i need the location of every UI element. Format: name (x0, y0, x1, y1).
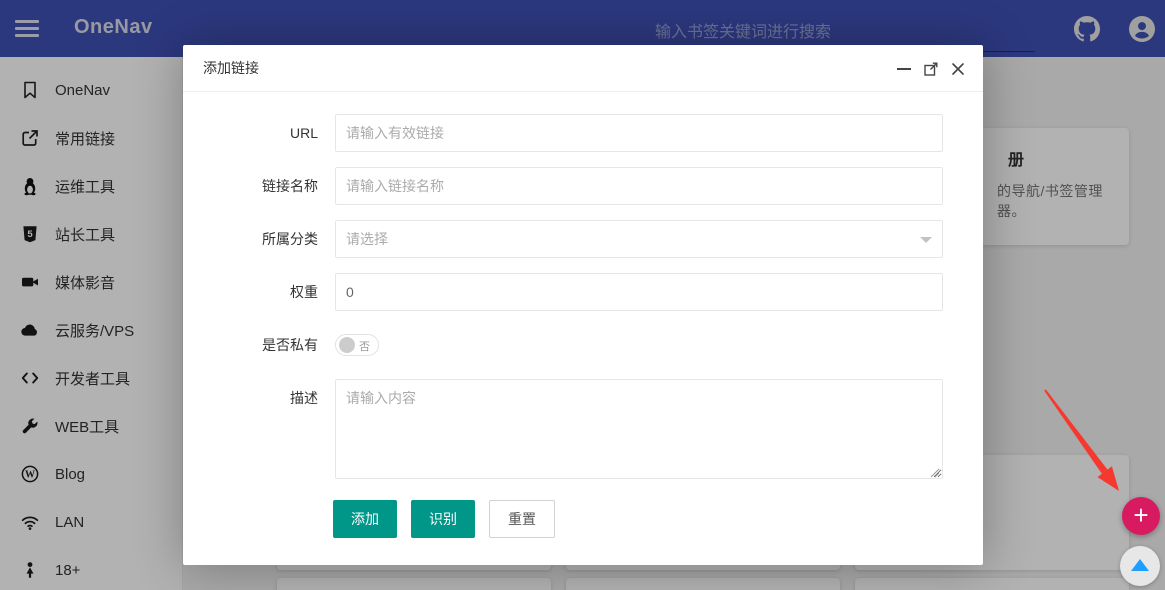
description-textarea[interactable] (335, 379, 943, 479)
weight-label: 权重 (183, 273, 318, 311)
close-icon[interactable] (950, 61, 966, 77)
category-label: 所属分类 (183, 220, 318, 258)
back-to-top-button[interactable] (1120, 546, 1160, 586)
triangle-up-icon (1131, 559, 1149, 571)
dialog-header: 添加链接 (183, 45, 983, 92)
private-toggle[interactable]: 否 (335, 334, 379, 356)
reset-button[interactable]: 重置 (489, 500, 555, 538)
link-name-label: 链接名称 (183, 167, 318, 205)
dialog-title: 添加链接 (203, 45, 259, 92)
toggle-state-label: 否 (359, 338, 370, 354)
link-name-input[interactable] (335, 167, 943, 205)
description-label: 描述 (183, 379, 318, 417)
dialog-form: URL 链接名称 所属分类 权重 是否私有 (183, 92, 983, 538)
url-input[interactable] (335, 114, 943, 152)
weight-input[interactable] (335, 273, 943, 311)
url-label: URL (183, 114, 318, 152)
maximize-icon[interactable] (923, 61, 939, 77)
toggle-knob (339, 337, 355, 353)
identify-button[interactable]: 识别 (411, 500, 475, 538)
category-select[interactable] (335, 220, 943, 258)
minimize-icon[interactable] (896, 61, 912, 77)
add-button[interactable]: 添加 (333, 500, 397, 538)
add-link-fab[interactable]: + (1122, 497, 1160, 535)
add-link-dialog: 添加链接 URL 链接名称 所属分类 (183, 45, 983, 565)
private-label: 是否私有 (183, 326, 318, 364)
